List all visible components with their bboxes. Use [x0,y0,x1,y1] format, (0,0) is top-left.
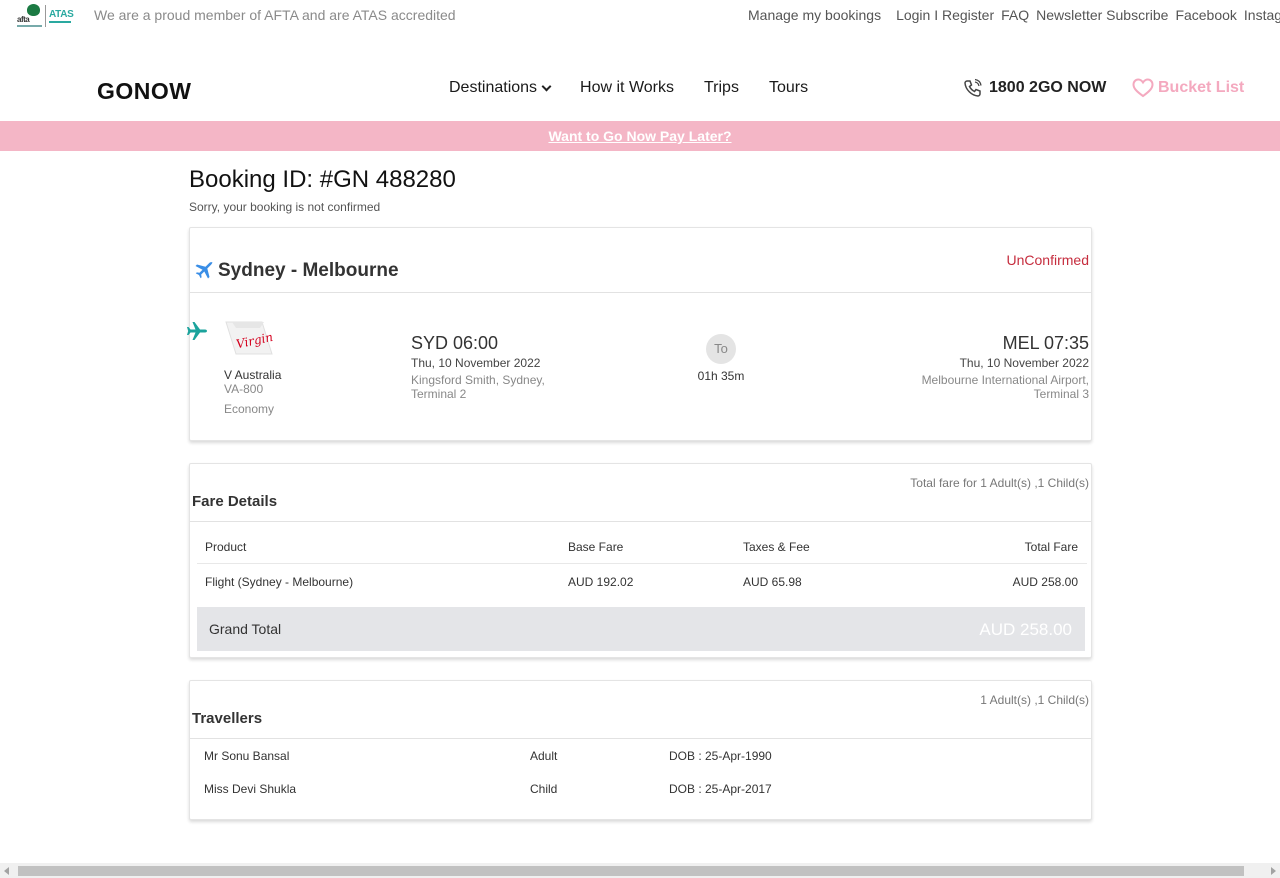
fare-base: AUD 192.02 [568,575,634,589]
nav-trips-label: Trips [703,79,739,96]
horizontal-scrollbar[interactable] [0,863,1280,878]
to-indicator: To [706,334,736,364]
login-register-link[interactable]: Login I Register [896,7,994,23]
traveller-type: Adult [530,749,558,763]
travellers-title: Travellers [192,710,263,727]
plane-icon [187,322,207,340]
column-header-product: Product [205,540,247,554]
scroll-left-arrow[interactable] [4,867,9,875]
traveller-type: Child [530,782,558,796]
column-header-total-fare: Total Fare [1024,540,1078,554]
fare-taxes: AUD 65.98 [743,575,802,589]
nav-tours[interactable]: Tours [769,79,808,97]
route-title: Sydney - Melbourne [194,260,399,282]
grand-total-label: Grand Total [209,621,282,637]
chevron-down-icon [541,81,552,91]
bucket-list-label: Bucket List [1158,79,1245,96]
fare-table: Product Base Fare Taxes & Fee Total Fare… [197,531,1087,600]
cabin-class: Economy [224,402,275,416]
atas-logo: ATAS [45,5,74,27]
afta-logo: afta [17,4,42,28]
newsletter-link[interactable]: Newsletter Subscribe [1036,7,1168,23]
arrival-time: MEL 07:35 [1002,333,1089,353]
traveller-name: Miss Devi Shukla [204,782,297,796]
phone-link[interactable]: 1800 2GO NOW [963,78,1106,98]
traveller-dob: DOB : 25-Apr-2017 [669,782,772,796]
departure-terminal: Terminal 2 [411,387,467,401]
arrival-terminal: Terminal 3 [1033,387,1089,401]
list-item: Mr Sonu Bansal Adult DOB : 25-Apr-1990 [204,749,1084,769]
phone-number: 1800 2GO NOW [989,79,1107,96]
booking-status-message: Sorry, your booking is not confirmed [189,200,381,214]
table-row: Flight (Sydney - Melbourne) AUD 192.02 A… [197,564,1087,600]
traveller-count-summary: 1 Adult(s) ,1 Child(s) [980,693,1089,707]
travellers-card: Travellers 1 Adult(s) ,1 Child(s) Mr Son… [189,680,1092,820]
scrollbar-thumb[interactable] [18,866,1244,876]
top-utility-bar: afta ATAS We are a proud member of AFTA … [0,0,1280,32]
grand-total-value: AUD 258.00 [979,620,1072,639]
list-item: Miss Devi Shukla Child DOB : 25-Apr-2017 [204,782,1084,802]
flight-card: Sydney - Melbourne UnConfirmed Virgin V … [187,227,1092,441]
heart-icon [1132,78,1154,98]
grand-total-bar: Grand Total AUD 258.00 [197,607,1085,651]
booking-status-badge: UnConfirmed [1006,252,1089,268]
flight-card-header: Sydney - Melbourne UnConfirmed [190,228,1091,293]
nav-trips[interactable]: Trips [704,79,739,97]
nav-how-it-works[interactable]: How it Works [580,79,674,97]
fare-details-card: Fare Details Total fare for 1 Adult(s) ,… [189,463,1092,658]
booking-id-title: Booking ID: #GN 488280 [189,166,456,193]
flight-number: VA-800 [224,382,264,396]
departure-airport: Kingsford Smith, Sydney, Terminal 2 [411,373,581,401]
main-nav: Destinations How it Works Trips Tours [449,79,838,97]
travellers-header: Travellers 1 Adult(s) ,1 Child(s) [190,681,1091,739]
scroll-right-arrow[interactable] [1271,867,1276,875]
accreditation-logos: afta ATAS [17,4,74,28]
brand-logo[interactable]: GONOW [97,78,192,105]
fare-product: Flight (Sydney - Melbourne) [205,575,354,589]
pay-later-link[interactable]: Want to Go Now Pay Later? [548,128,731,144]
utility-links: Manage my bookings Login I Register FAQ … [748,7,1280,23]
fare-passenger-summary: Total fare for 1 Adult(s) ,1 Child(s) [910,476,1089,490]
arrival-airport: Melbourne International Airport, Termina… [899,373,1089,401]
instagram-link[interactable]: Instagram [1244,7,1280,23]
main-header: GONOW Destinations How it Works Trips To… [0,58,1280,120]
column-header-base-fare: Base Fare [568,540,624,554]
traveller-dob: DOB : 25-Apr-1990 [669,749,772,763]
route-label: Sydney - Melbourne [218,260,399,281]
arrival-date: Thu, 10 November 2022 [959,356,1089,370]
traveller-name: Mr Sonu Bansal [204,749,290,763]
promo-banner: Want to Go Now Pay Later? [0,121,1280,151]
arrival-airport-name: Melbourne International Airport, [921,373,1089,387]
airline-logo: Virgin [224,320,274,358]
faq-link[interactable]: FAQ [1001,7,1029,23]
departure-time: SYD 06:00 [411,333,499,353]
fare-total: AUD 258.00 [1012,575,1078,589]
departure-date: Thu, 10 November 2022 [411,356,541,370]
nav-destinations-label: Destinations [449,79,538,96]
nav-how-it-works-label: How it Works [580,79,674,96]
airline-name: V Australia [224,368,282,382]
fare-details-header: Fare Details Total fare for 1 Adult(s) ,… [190,464,1091,522]
nav-destinations[interactable]: Destinations [449,79,552,97]
bucket-list-link[interactable]: Bucket List [1132,78,1244,98]
facebook-link[interactable]: Facebook [1175,7,1236,23]
fare-details-title: Fare Details [192,493,278,510]
manage-bookings-link[interactable]: Manage my bookings [748,7,881,23]
nav-tours-label: Tours [768,79,809,96]
flight-duration: 01h 35m [697,369,745,383]
column-header-taxes: Taxes & Fee [743,540,810,554]
phone-icon [964,78,982,97]
departure-airport-name: Kingsford Smith, Sydney, [411,373,545,387]
fare-table-header: Product Base Fare Taxes & Fee Total Fare [197,531,1087,564]
member-statement: We are a proud member of AFTA and are AT… [94,7,456,23]
plane-icon [195,262,213,279]
